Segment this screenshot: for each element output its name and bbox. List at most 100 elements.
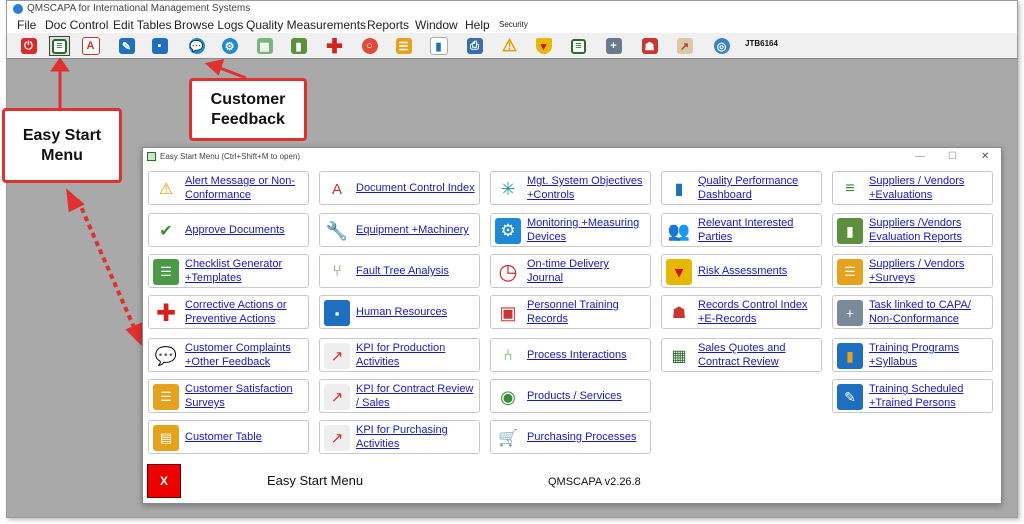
close-button[interactable]: X	[147, 464, 181, 498]
people-icon: 👥	[666, 218, 692, 244]
tile-label[interactable]: Customer Satisfaction Surveys	[185, 380, 306, 412]
tile-customer-complaints-other-feedback[interactable]: 💬 Customer Complaints +Other Feedback	[148, 338, 309, 372]
tile-suppliers-vendors-evaluations[interactable]: ≡ Suppliers / Vendors +Evaluations	[832, 171, 993, 205]
tile-label[interactable]: Personnel Training Records	[527, 296, 648, 328]
tile-label[interactable]: Quality Performance Dashboard	[698, 172, 819, 204]
tile-training-programs-syllabus[interactable]: ▮ Training Programs +Syllabus	[832, 338, 993, 372]
minimize-button[interactable]: —	[915, 148, 925, 166]
clock-icon: ◷	[495, 259, 521, 285]
tree-icon: ⑂	[324, 259, 350, 285]
tile-label[interactable]: Customer Table	[185, 421, 306, 453]
footer-title: Easy Start Menu	[267, 473, 364, 488]
tile-task-linked-to-capa-non-conformance[interactable]: + Task linked to CAPA/ Non-Conformance	[832, 295, 993, 329]
easy-start-callout: Easy Start Menu	[2, 108, 122, 183]
customer-feedback-callout: Customer Feedback	[189, 78, 307, 141]
tile-document-control-index[interactable]: A Document Control Index	[319, 171, 480, 205]
tile-label[interactable]: Customer Complaints +Other Feedback	[185, 339, 306, 371]
tile-label[interactable]: Risk Assessments	[698, 255, 819, 287]
tile-label[interactable]: Corrective Actions or Preventive Actions	[185, 296, 306, 328]
tile-label[interactable]: Equipment +Machinery	[356, 214, 477, 246]
tile-label[interactable]: Suppliers / Vendors +Surveys	[869, 255, 990, 287]
tile-suppliers-vendors-surveys[interactable]: ☰ Suppliers / Vendors +Surveys	[832, 254, 993, 288]
tile-label[interactable]: Document Control Index	[356, 172, 477, 204]
tile-label[interactable]: Monitoring +Measuring Devices	[527, 214, 648, 246]
dialog-title: Easy Start Menu (Ctrl+Shift+M to open)	[160, 152, 301, 161]
window-close-button[interactable]: ✕	[981, 148, 989, 166]
tile-purchasing-processes[interactable]: 🛒 Purchasing Processes	[490, 420, 651, 454]
globe-icon: ◉	[495, 384, 521, 410]
tile-label[interactable]: Training Programs +Syllabus	[869, 339, 990, 371]
tile-customer-satisfaction-surveys[interactable]: ☰ Customer Satisfaction Surveys	[148, 379, 309, 413]
tile-process-interactions[interactable]: ⑃ Process Interactions	[490, 338, 651, 372]
cart-icon: 🛒	[495, 425, 521, 451]
tile-alert-message-or-non-conformance[interactable]: ⚠ Alert Message or Non-Conformance	[148, 171, 309, 205]
tile-label[interactable]: Sales Quotes and Contract Review	[698, 339, 819, 371]
tile-label[interactable]: Records Control Index +E-Records	[698, 296, 819, 328]
tile-label[interactable]: Mgt. System Objectives +Controls	[527, 172, 648, 204]
records-icon: ☗	[666, 300, 692, 326]
network-icon: ✳	[495, 176, 521, 202]
tile-risk-assessments[interactable]: ▾ Risk Assessments	[661, 254, 822, 288]
tile-suppliers-vendors-evaluation-reports[interactable]: ▮ Suppliers /Vendors Evaluation Reports	[832, 213, 993, 247]
tile-on-time-delivery-journal[interactable]: ◷ On-time Delivery Journal	[490, 254, 651, 288]
tile-label[interactable]: KPI for Production Activities	[356, 339, 477, 371]
tile-relevant-interested-parties[interactable]: 👥 Relevant Interested Parties	[661, 213, 822, 247]
checklist-icon: ☰	[153, 259, 179, 285]
tile-label[interactable]: On-time Delivery Journal	[527, 255, 648, 287]
supplier-icon: ≡	[837, 176, 863, 202]
kpi-icon: ↗	[324, 343, 350, 369]
tile-label[interactable]: Process Interactions	[527, 339, 648, 371]
schedule-icon: ✎	[837, 384, 863, 410]
tile-corrective-actions-or-preventive-actions[interactable]: ✚ Corrective Actions or Preventive Action…	[148, 295, 309, 329]
feedback-icon: 💬	[153, 343, 179, 369]
tile-kpi-for-purchasing-activities[interactable]: ↗ KPI for Purchasing Activities	[319, 420, 480, 454]
tile-label[interactable]: Products / Services	[527, 380, 648, 412]
tile-label[interactable]: Purchasing Processes	[527, 421, 648, 453]
tile-records-control-index-e-records[interactable]: ☗ Records Control Index +E-Records	[661, 295, 822, 329]
tile-fault-tree-analysis[interactable]: ⑂ Fault Tree Analysis	[319, 254, 480, 288]
org-chart-icon: ▪	[324, 300, 350, 326]
tile-label[interactable]: Training Scheduled +Trained Persons	[869, 380, 990, 412]
tile-label[interactable]: Task linked to CAPA/ Non-Conformance	[869, 296, 990, 328]
dialog-titlebar: Easy Start Menu (Ctrl+Shift+M to open) —…	[143, 148, 1001, 166]
tile-products-services[interactable]: ◉ Products / Services	[490, 379, 651, 413]
tile-kpi-for-contract-review-sales[interactable]: ↗ KPI for Contract Review / Sales	[319, 379, 480, 413]
tile-monitoring-measuring-devices[interactable]: ⚙ Monitoring +Measuring Devices	[490, 213, 651, 247]
version-label: QMSCAPA v2.26.8	[548, 476, 641, 488]
tile-training-scheduled-trained-persons[interactable]: ✎ Training Scheduled +Trained Persons	[832, 379, 993, 413]
maximize-button[interactable]: ☐	[948, 148, 957, 166]
tile-label[interactable]: Human Resources	[356, 296, 477, 328]
tile-personnel-training-records[interactable]: ▣ Personnel Training Records	[490, 295, 651, 329]
tile-approve-documents[interactable]: ✔ Approve Documents	[148, 213, 309, 247]
easy-start-arrowhead	[50, 57, 70, 72]
tile-label[interactable]: Alert Message or Non-Conformance	[185, 172, 306, 204]
gear-icon: ⚙	[495, 218, 521, 244]
pdf-icon: A	[324, 176, 350, 202]
tile-label[interactable]: Checklist Generator +Templates	[185, 255, 306, 287]
tile-label[interactable]: Suppliers /Vendors Evaluation Reports	[869, 214, 990, 246]
tile-label[interactable]: KPI for Contract Review / Sales	[356, 380, 477, 412]
tile-label[interactable]: KPI for Purchasing Activities	[356, 421, 477, 453]
tile-equipment-machinery[interactable]: 🔧 Equipment +Machinery	[319, 213, 480, 247]
tile-label[interactable]: Suppliers / Vendors +Evaluations	[869, 172, 990, 204]
tile-mgt-system-objectives-controls[interactable]: ✳ Mgt. System Objectives +Controls	[490, 171, 651, 205]
feedback-arrow	[219, 66, 247, 80]
survey-icon: ☰	[153, 384, 179, 410]
tile-human-resources[interactable]: ▪ Human Resources	[319, 295, 480, 329]
book-icon: ▮	[837, 343, 863, 369]
kpi-icon: ↗	[324, 384, 350, 410]
dialog-icon	[147, 152, 156, 161]
feedback-arrowhead	[204, 58, 225, 76]
tile-label[interactable]: Fault Tree Analysis	[356, 255, 477, 287]
process-icon: ⑃	[495, 343, 521, 369]
tile-kpi-for-production-activities[interactable]: ↗ KPI for Production Activities	[319, 338, 480, 372]
tile-sales-quotes-and-contract-review[interactable]: ▦ Sales Quotes and Contract Review	[661, 338, 822, 372]
tile-label[interactable]: Relevant Interested Parties	[698, 214, 819, 246]
tile-customer-table[interactable]: ▤ Customer Table	[148, 420, 309, 454]
report-icon: ▮	[837, 218, 863, 244]
tile-label[interactable]: Approve Documents	[185, 214, 306, 246]
shield-icon: ▾	[666, 259, 692, 285]
tile-quality-performance-dashboard[interactable]: ▮ Quality Performance Dashboard	[661, 171, 822, 205]
tile-checklist-generator-templates[interactable]: ☰ Checklist Generator +Templates	[148, 254, 309, 288]
warning-icon: ⚠	[153, 176, 179, 202]
